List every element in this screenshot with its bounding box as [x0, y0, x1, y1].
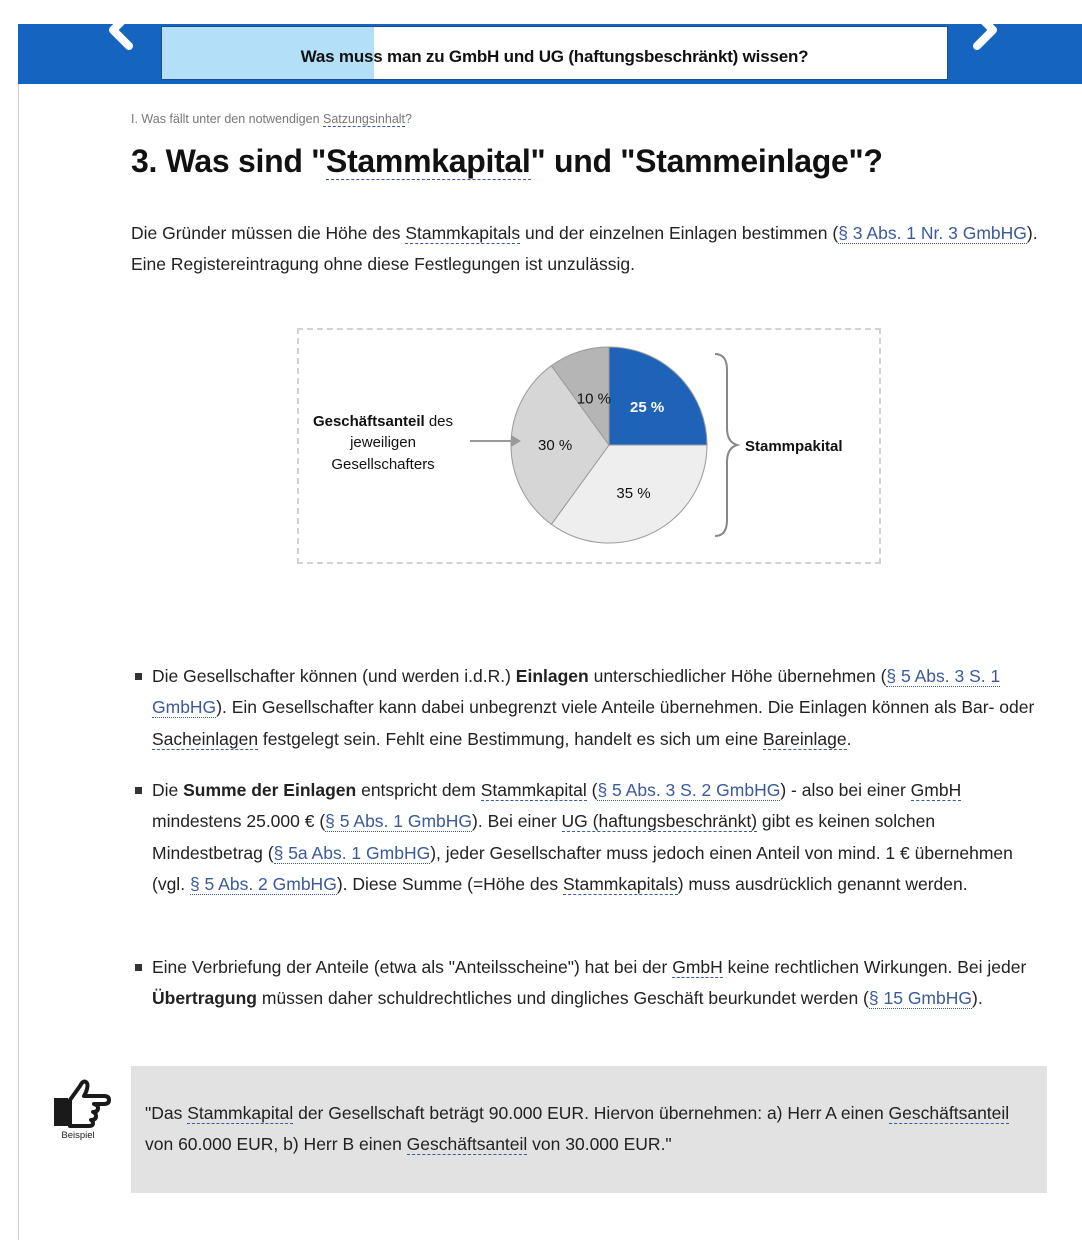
text: mindestens 25.000 € ( [152, 811, 326, 832]
text: ). Ein Gesellschafter kann dabei unbegre… [216, 697, 1035, 718]
pie-slice-label: 25 % [630, 399, 664, 416]
left-label: Geschäftsanteil des jeweiligen Gesellsch… [313, 413, 453, 473]
left-label-rest: des [425, 413, 453, 430]
pie-slice-label: 35 % [616, 485, 650, 502]
pie-chart-svg: 35 % 30 % 10 % 25 % Geschäftsanteil des jew… [313, 346, 843, 544]
chevron-left-icon [109, 10, 133, 50]
law-link-5-1[interactable]: § 5 Abs. 1 GmbHG [325, 811, 473, 833]
bold-term: Summe der Einlagen [183, 780, 357, 800]
list-item: Eine Verbriefung der Anteile (etwa als "… [131, 952, 1047, 1015]
text: müssen daher schuldrechtliches und dingl… [257, 988, 869, 1009]
text: . [846, 728, 852, 749]
law-link-15[interactable]: § 15 GmbHG [868, 988, 972, 1010]
previous-page-button[interactable] [98, 8, 148, 52]
glossary-term-gmbh[interactable]: GmbH [910, 780, 962, 801]
content-frame [18, 24, 1082, 1240]
law-link-5a-1[interactable]: § 5a Abs. 1 GmbHG [273, 842, 431, 864]
example-text: "Das Stammkapital der Gesellschaft beträ… [145, 1098, 1029, 1160]
breadcrumb-text: I. Was fällt unter den notwendigen [131, 112, 324, 126]
bold-term: Übertragung [152, 988, 257, 1009]
chapter-title: Was muss man zu GmbH und UG (haftungsbes… [300, 47, 809, 66]
next-page-button[interactable] [958, 8, 1008, 52]
text: ). Diese Summe (=Höhe des [336, 873, 563, 894]
text: keine rechtlichen Wirkungen. Bei jeder [722, 957, 1027, 977]
text: von 30.000 EUR." [527, 1134, 672, 1154]
glossary-term-geschaeftsanteil[interactable]: Geschäftsanteil [406, 1134, 528, 1155]
svg-text:Geschäftsanteil des: Geschäftsanteil des [313, 413, 453, 430]
text: Die [152, 780, 184, 800]
text: ) muss ausdrücklich genannt werden. [677, 873, 968, 894]
glossary-term-geschaeftsanteil[interactable]: Geschäftsanteil [888, 1103, 1010, 1124]
breadcrumb: I. Was fällt unter den notwendigen Satzu… [131, 112, 412, 127]
glossary-term-gmbh[interactable]: GmbH [672, 957, 723, 978]
text: Die Gesellschafter können (und werden i.… [152, 666, 516, 686]
text: von 60.000 EUR, b) Herr B einen [145, 1134, 407, 1154]
title-text: " und "Stammeinlage"? [530, 143, 883, 179]
curly-brace [714, 353, 741, 537]
text: "Das [145, 1103, 188, 1123]
list-item-text: Die Summe der Einlagen entspricht dem St… [152, 775, 1047, 900]
glossary-term-ug[interactable]: UG (haftungsbeschränkt) [561, 811, 758, 833]
text: ( [586, 780, 598, 800]
law-link-5-3-2[interactable]: § 5 Abs. 3 S. 2 GmbHG [597, 780, 781, 801]
left-label-line3: Gesellschafters [331, 456, 434, 473]
list-item-text: Eine Verbriefung der Anteile (etwa als "… [152, 952, 1047, 1015]
text: festgelegt sein. Fehlt eine Bestimmung, … [258, 728, 763, 749]
bullet-square-icon [135, 673, 142, 680]
example-box: "Das Stammkapital der Gesellschaft beträ… [131, 1066, 1047, 1193]
pie-slice-label: 30 % [538, 437, 572, 454]
pie-slice-25 [608, 346, 708, 446]
left-label-bold: Geschäftsanteil [313, 413, 425, 430]
text: der Gesellschaft beträgt 90.000 EUR. Hie… [293, 1103, 889, 1123]
glossary-term-stammkapital[interactable]: Stammkapital [326, 143, 531, 180]
chevron-right-icon [973, 10, 997, 50]
bullet-square-icon [135, 787, 142, 794]
chapter-title-box: Was muss man zu GmbH und UG (haftungsbes… [161, 26, 948, 80]
glossary-term-satzungsinhalt[interactable]: Satzungsinhalt [323, 112, 406, 127]
text: entspricht dem [356, 780, 481, 800]
glossary-term-stammkapitals[interactable]: Stammkapitals [405, 223, 521, 244]
text: Eine Verbriefung der Anteile (etwa als "… [152, 957, 673, 977]
glossary-term-stammkapital[interactable]: Stammkapital [480, 780, 587, 801]
page-title: 3. Was sind "Stammkapital" und "Stammein… [131, 143, 883, 180]
text: und der einzelnen Einlagen bestimmen ( [520, 223, 839, 243]
breadcrumb-text: ? [405, 112, 412, 126]
list-item: Die Summe der Einlagen entspricht dem St… [131, 775, 1047, 900]
left-label-line2: jeweiligen [349, 434, 416, 451]
bold-term: Einlagen [515, 666, 589, 686]
right-label: Stammpakital [745, 438, 843, 455]
glossary-term-stammkapital[interactable]: Stammkapital [187, 1103, 294, 1124]
law-link-5-2[interactable]: § 5 Abs. 2 GmbHG [189, 873, 337, 895]
glossary-term-bareinlage[interactable]: Bareinlage [762, 728, 847, 750]
glossary-term-sacheinlagen[interactable]: Sacheinlagen [152, 728, 259, 750]
list-item: Die Gesellschafter können (und werden i.… [131, 661, 1047, 755]
bullet-square-icon [135, 964, 142, 971]
pie-slice-label: 10 % [577, 390, 611, 407]
stammkapital-diagram: 35 % 30 % 10 % 25 % Geschäftsanteil des jew… [297, 328, 881, 564]
example-label: Beispiel [61, 1130, 95, 1141]
text: Die Gründer müssen die Höhe des [131, 223, 406, 243]
glossary-term-stammkapitals[interactable]: Stammkapitals [562, 873, 678, 895]
intro-paragraph: Die Gründer müssen die Höhe des Stammkap… [131, 218, 1047, 280]
list-item-text: Die Gesellschafter können (und werden i.… [152, 661, 1047, 755]
text: ). [972, 988, 983, 1009]
title-text: 3. Was sind " [131, 143, 327, 179]
text: unterschiedlicher Höhe übernehmen ( [588, 666, 887, 686]
law-link-3-1-3[interactable]: § 3 Abs. 1 Nr. 3 GmbHG [838, 223, 1027, 244]
text: ) - also bei einer [780, 780, 911, 800]
text: ). Bei einer [472, 811, 562, 832]
